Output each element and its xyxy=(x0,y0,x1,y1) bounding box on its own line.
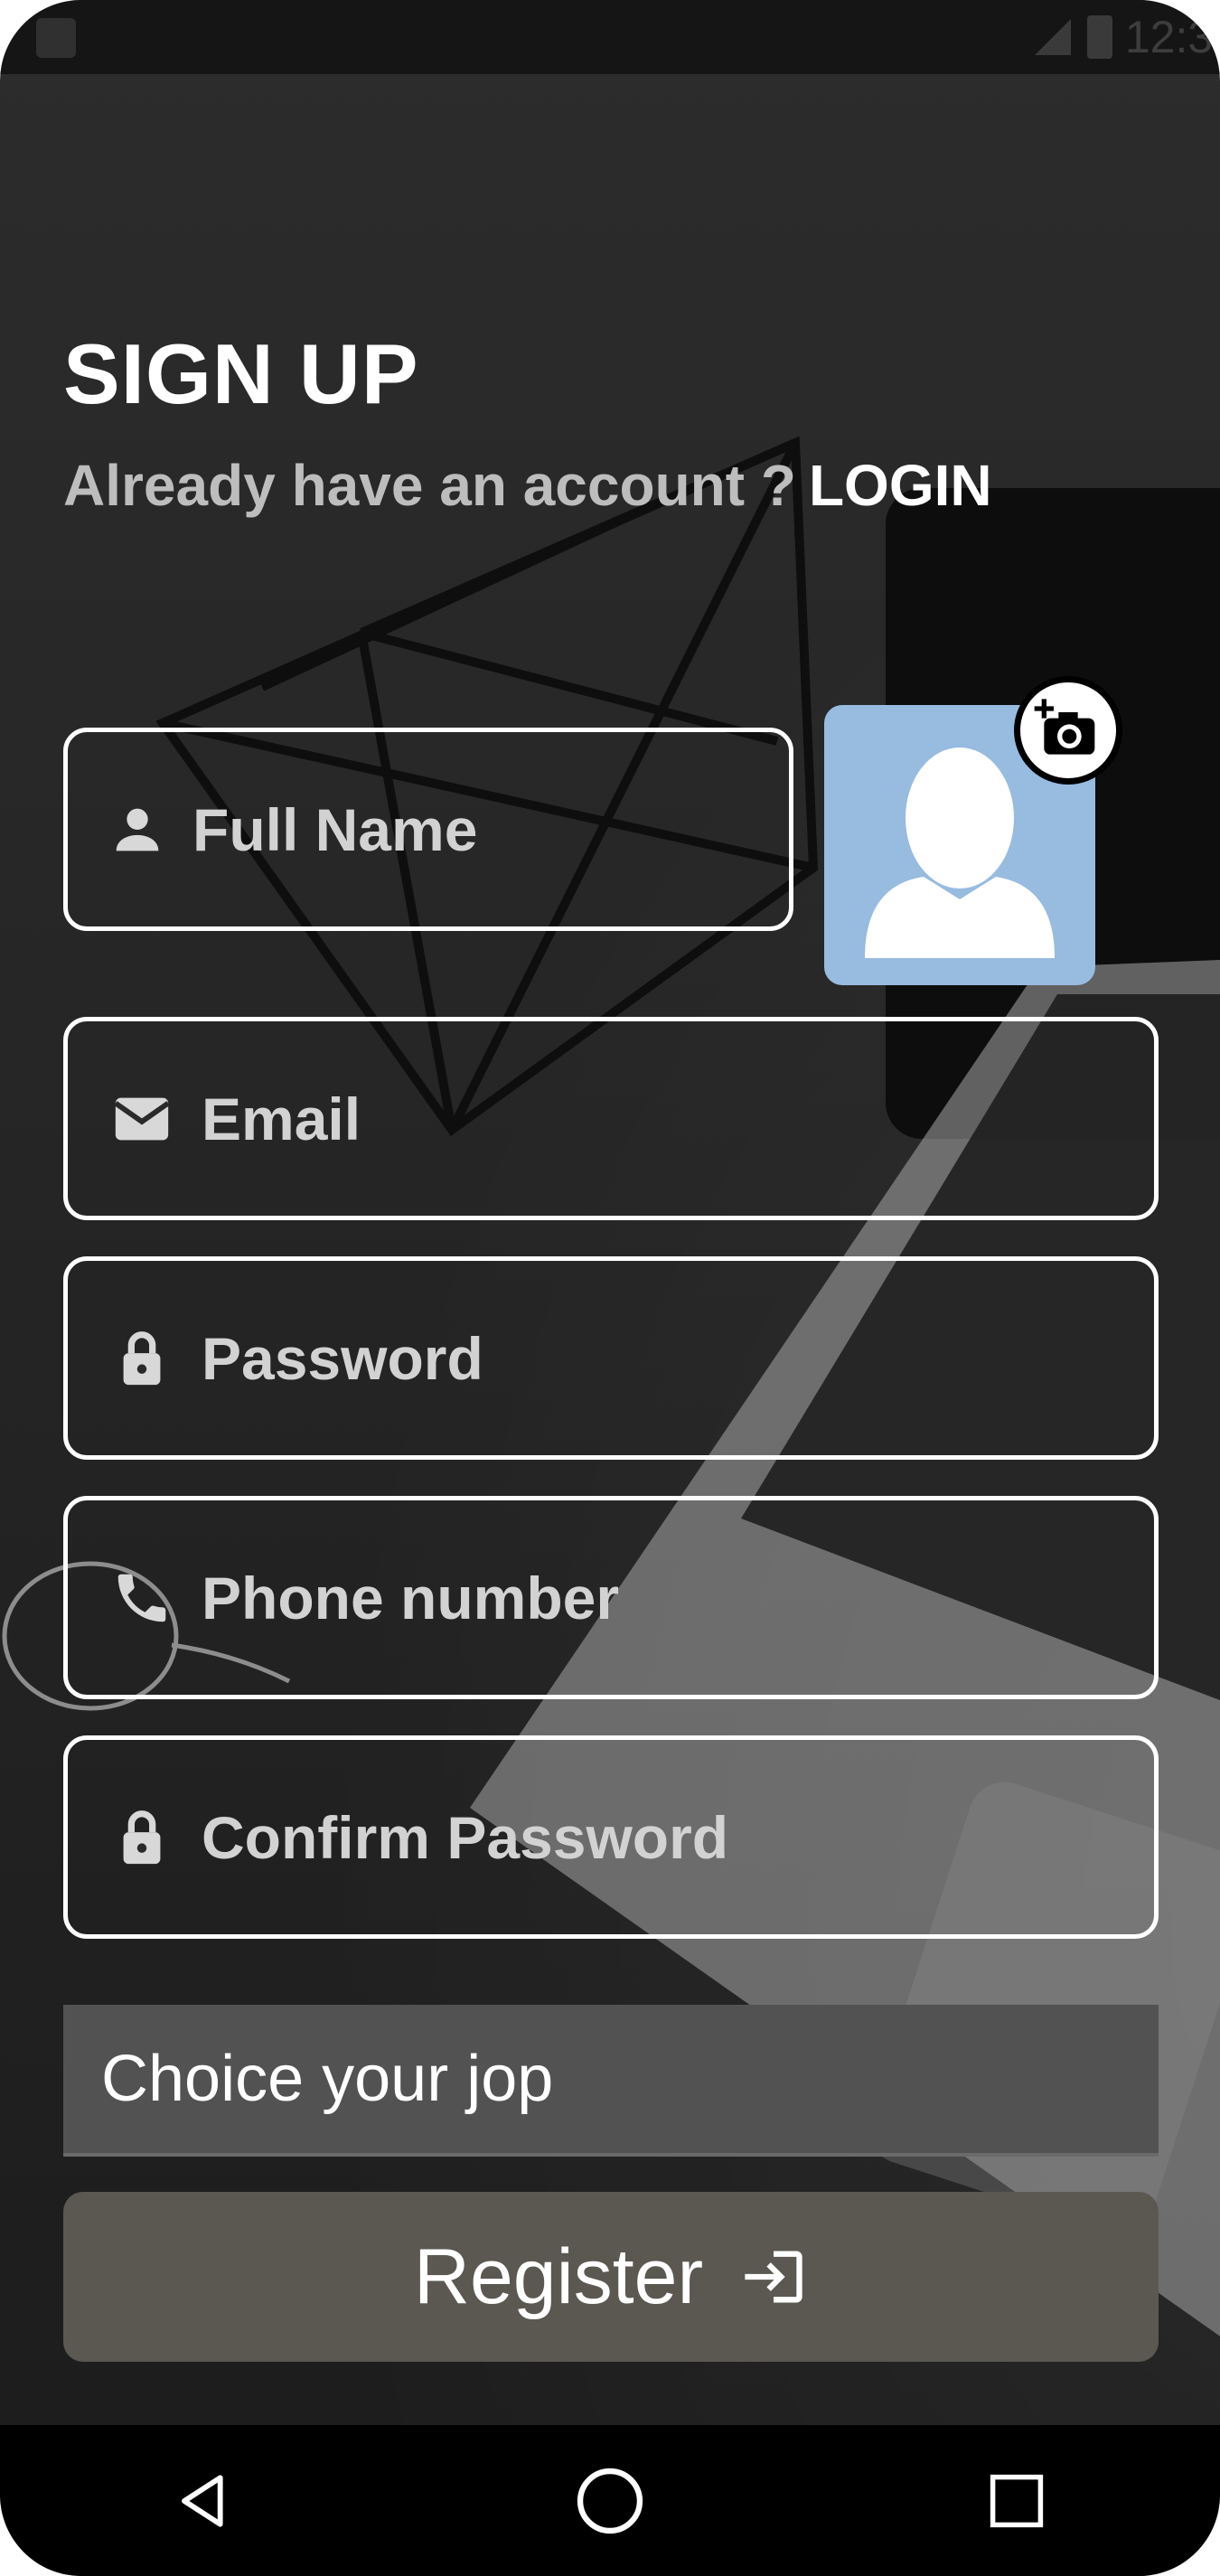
confirm-password-input[interactable] xyxy=(200,1801,1017,1873)
confirm-password-field[interactable] xyxy=(63,1735,1159,1939)
password-input[interactable] xyxy=(200,1322,1017,1394)
login-prompt-text: Already have an account ? xyxy=(63,453,796,518)
register-button-label: Register xyxy=(413,2233,704,2320)
status-time: 12:33 xyxy=(1124,12,1220,62)
add-camera-icon[interactable] xyxy=(1014,676,1122,785)
recents-icon[interactable] xyxy=(962,2447,1071,2555)
phone-icon xyxy=(106,1562,178,1634)
full-name-field[interactable] xyxy=(63,728,992,931)
phone-screen: 12:33 SIGN UP Already have an account ?L… xyxy=(0,0,1220,2576)
mail-icon xyxy=(106,1083,178,1155)
back-icon[interactable] xyxy=(149,2447,258,2555)
job-select-label: Choice your jop xyxy=(101,2043,554,2115)
home-icon[interactable] xyxy=(556,2447,664,2555)
lock-icon xyxy=(106,1801,178,1874)
password-field[interactable] xyxy=(63,1256,1159,1460)
login-link[interactable]: LOGIN xyxy=(809,453,992,518)
job-select[interactable]: Choice your jop xyxy=(63,2005,1159,2157)
signal-icon xyxy=(1034,19,1071,55)
person-icon xyxy=(106,794,169,866)
lock-icon xyxy=(106,1322,178,1395)
phone-input[interactable] xyxy=(200,1562,1017,1633)
email-input[interactable] xyxy=(200,1083,1017,1154)
email-field[interactable] xyxy=(63,1017,1159,1220)
status-bar: 12:33 xyxy=(0,0,1220,74)
navigation-bar xyxy=(0,2425,1220,2576)
page-title: SIGN UP xyxy=(63,326,419,421)
phone-field[interactable] xyxy=(63,1496,1159,1699)
login-prompt: Already have an account ? LOGIN xyxy=(63,452,992,519)
status-icons: 12:33 xyxy=(1031,7,1220,67)
notification-icon xyxy=(36,18,76,58)
battery-icon xyxy=(1086,15,1112,59)
register-button[interactable]: Register xyxy=(63,2192,1159,2362)
login-arrow-icon xyxy=(745,2251,802,2303)
